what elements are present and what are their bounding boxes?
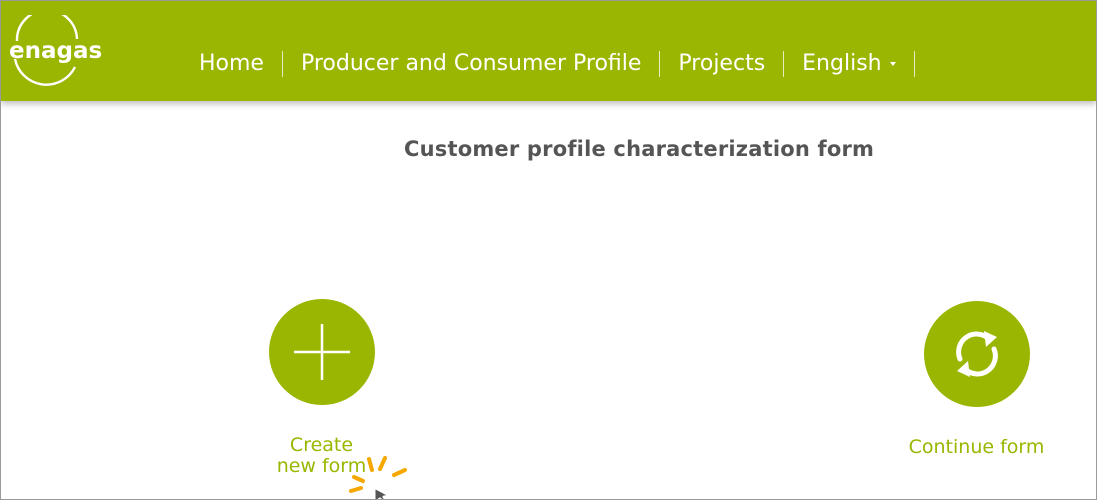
main-nav: Home Producer and Consumer Profile Proje… bbox=[181, 47, 915, 81]
refresh-icon bbox=[955, 331, 998, 377]
language-label: English bbox=[802, 51, 882, 76]
nav-divider bbox=[913, 51, 915, 77]
create-circle[interactable] bbox=[268, 299, 375, 405]
continue-form-label[interactable]: Continue form bbox=[874, 437, 1079, 458]
continue-circle[interactable] bbox=[923, 301, 1030, 407]
nav-home[interactable]: Home bbox=[181, 47, 282, 81]
plus-icon bbox=[293, 324, 350, 380]
page-title: Customer profile characterization form bbox=[404, 137, 875, 161]
top-navbar: enagas Home Producer and Consumer Profil… bbox=[1, 1, 1096, 101]
logo-text: enagas bbox=[9, 38, 102, 64]
continue-form-button[interactable]: Continue form bbox=[874, 301, 1079, 458]
logo-mark: enagas bbox=[9, 8, 102, 86]
enagas-logo[interactable]: enagas bbox=[9, 8, 109, 95]
language-dropdown[interactable]: English bbox=[784, 47, 913, 81]
nav-producer-consumer-profile[interactable]: Producer and Consumer Profile bbox=[283, 47, 659, 81]
create-new-form-label[interactable]: Create new form bbox=[219, 435, 424, 477]
app-window: enagas Home Producer and Consumer Profil… bbox=[0, 0, 1097, 500]
caret-down-icon bbox=[889, 62, 896, 66]
nav-projects[interactable]: Projects bbox=[660, 47, 783, 81]
create-new-form-button[interactable]: Create new form bbox=[219, 299, 424, 477]
